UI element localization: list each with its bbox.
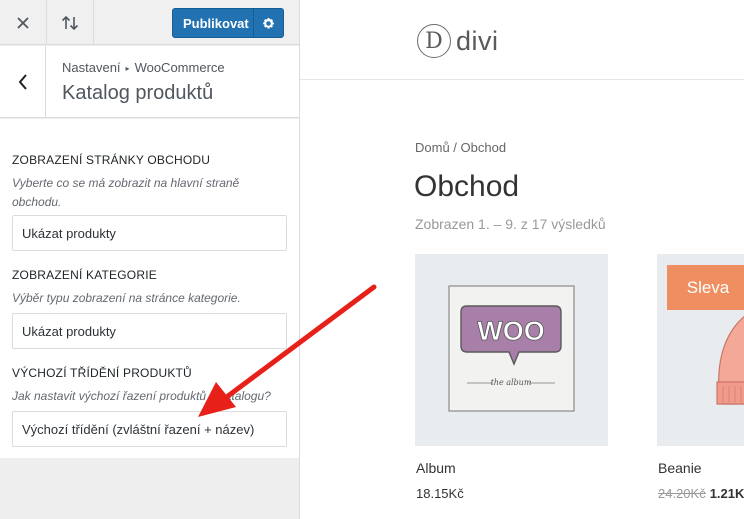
publish-settings-button[interactable] <box>253 9 283 37</box>
page-title: Obchod <box>414 170 520 203</box>
shop-page-display-description: Vyberte co se má zobrazit na hlavní stra… <box>12 176 240 209</box>
publish-label: Publikovat <box>183 15 249 31</box>
woo-album-illustration: WOO the album <box>448 285 575 412</box>
category-display-label: ZOBRAZENÍ KATEGORIE <box>12 268 157 282</box>
result-count: Zobrazen 1. – 9. z 17 výsledků <box>415 216 606 232</box>
product-price: 18.15Kč <box>416 486 464 501</box>
shop-page-display-select[interactable]: Ukázat produkty <box>12 215 287 251</box>
product-name[interactable]: Beanie <box>658 460 702 476</box>
back-button[interactable] <box>0 46 46 117</box>
gear-icon <box>263 17 274 29</box>
controls-panel: ZOBRAZENÍ STRÁNKY OBCHODU Vyberte co se … <box>0 119 299 458</box>
shop-page-display-label: ZOBRAZENÍ STRÁNKY OBCHODU <box>12 153 211 167</box>
default-sorting-select[interactable]: Výchozí třídění (zvláštní řazení + název… <box>12 411 287 447</box>
price-new: 1.21K <box>709 486 744 501</box>
publish-button[interactable]: Publikovat <box>172 8 284 38</box>
category-display-select[interactable]: Ukázat produkty <box>12 313 287 349</box>
shop-breadcrumbs[interactable]: Domů / Obchod <box>415 140 506 155</box>
album-caption: the album <box>491 378 532 387</box>
default-sorting-label: VÝCHOZÍ TŘÍDĚNÍ PRODUKTŮ <box>12 366 192 380</box>
close-button[interactable] <box>0 0 47 45</box>
product-card[interactable]: Sleva Beanie 24.20Kč 1.21K <box>657 254 744 501</box>
customizer-topbar: Publikovat <box>0 0 299 45</box>
sort-arrows-icon <box>61 15 79 30</box>
product-image[interactable]: Sleva <box>657 254 744 446</box>
breadcrumb-separator: ▸ <box>125 64 130 73</box>
price-old: 24.20Kč <box>658 486 706 501</box>
product-price: 24.20Kč 1.21K <box>658 486 744 501</box>
logo-text: divi <box>456 25 499 56</box>
chevron-left-icon <box>18 73 27 90</box>
logo-mark: D <box>417 24 451 58</box>
default-sorting-description: Jak nastavit výchozí řazení produktů v k… <box>12 389 271 403</box>
woo-logo-text: WOO <box>477 316 545 346</box>
breadcrumb-parent: Nastavení <box>62 60 121 75</box>
product-name[interactable]: Album <box>416 460 456 476</box>
customizer-sidebar: Publikovat Nastavení ▸ WooCommerce Katalog… <box>0 0 300 519</box>
site-header: D divi <box>300 0 744 80</box>
device-toggle-button[interactable] <box>47 0 94 45</box>
site-logo[interactable]: D divi <box>417 21 499 61</box>
site-preview: D divi Domů / Obchod Obchod Zobrazen 1. … <box>300 0 744 519</box>
breadcrumb-current: WooCommerce <box>134 60 225 75</box>
product-image[interactable]: WOO the album <box>415 254 608 446</box>
section-breadcrumb: Nastavení ▸ WooCommerce <box>62 60 225 75</box>
section-header: Nastavení ▸ WooCommerce Katalog produktů <box>0 46 299 118</box>
product-card[interactable]: WOO the album Album 18.15Kč <box>415 254 608 501</box>
category-display-description: Výběr typu zobrazení na stránce kategori… <box>12 291 241 305</box>
close-icon <box>17 16 29 29</box>
section-title: Katalog produktů <box>62 82 214 104</box>
sale-badge: Sleva <box>667 265 744 310</box>
